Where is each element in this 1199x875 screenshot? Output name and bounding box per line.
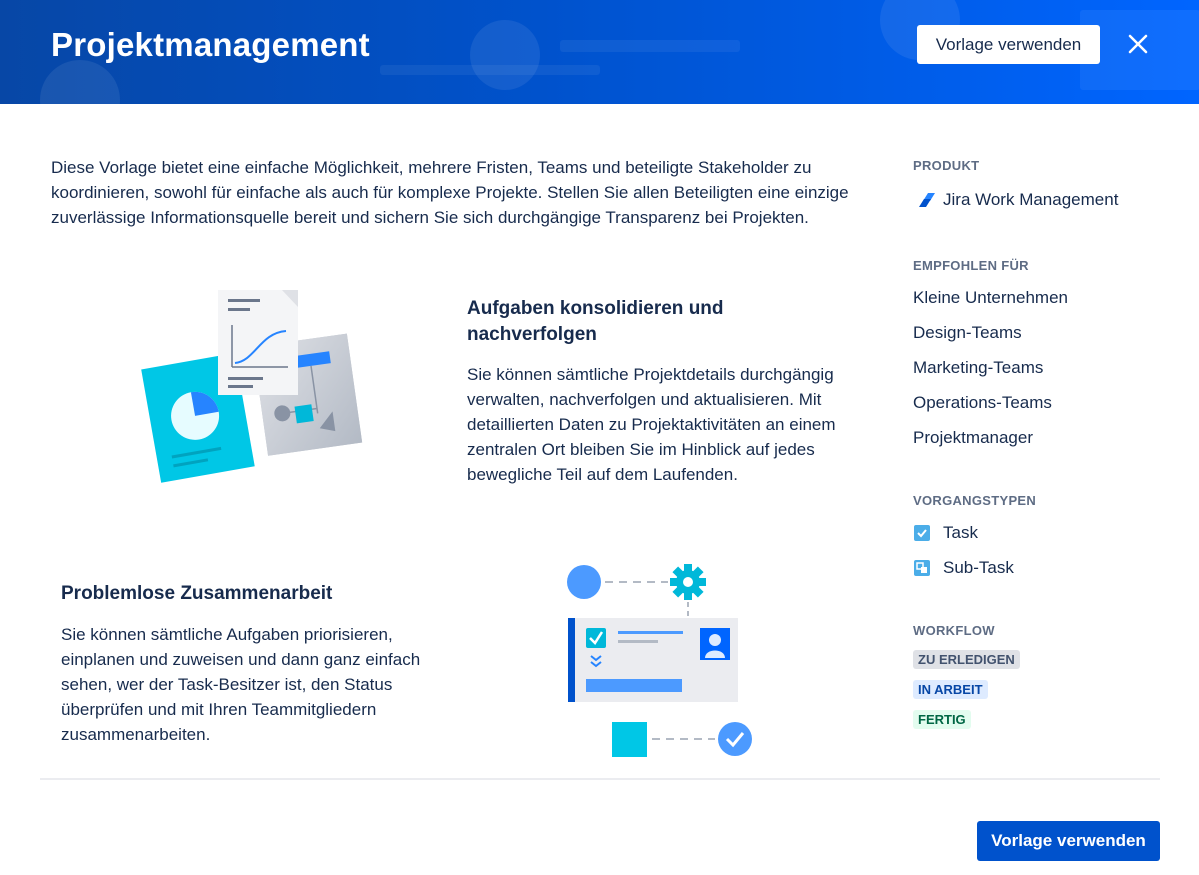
page-title: Projektmanagement	[51, 26, 370, 63]
issue-type-label: Task	[943, 523, 978, 542]
status-badge-done: FERTIG	[913, 710, 971, 729]
status-badge-in-progress: IN ARBEIT	[913, 680, 988, 699]
collaboration-illustration	[567, 564, 752, 757]
feature-description: Sie können sämtliche Aufgaben priorisier…	[61, 625, 421, 744]
feature-description: Sie können sämtliche Projektdetails durc…	[467, 365, 836, 484]
jira-logo-icon	[919, 193, 935, 207]
recommended-item: Projektmanager	[913, 428, 1034, 447]
issue-type-task: Task	[913, 523, 978, 543]
subtask-icon	[914, 560, 930, 576]
recommended-item: Kleine Unternehmen	[913, 288, 1068, 307]
modal-header: Projektmanagement Vorlage verwenden	[0, 0, 1199, 104]
recommended-item: Operations-Teams	[913, 393, 1052, 412]
header-decoration	[40, 60, 120, 104]
issue-type-subtask: Sub-Task	[913, 558, 1014, 578]
use-template-primary-button[interactable]: Vorlage verwenden	[977, 821, 1160, 861]
product-name-label: Jira Work Management	[943, 190, 1119, 209]
task-checkbox-icon	[914, 525, 930, 541]
template-description: Diese Vorlage bietet eine einfache Mögli…	[51, 158, 849, 227]
product-name: Jira Work Management	[918, 190, 1118, 210]
use-template-button[interactable]: Vorlage verwenden	[917, 25, 1100, 64]
header-decoration	[470, 20, 540, 90]
feature-title: Aufgaben konsolidieren und nachverfolgen	[467, 298, 724, 345]
feature-title: Problemlose Zusammenarbeit	[61, 583, 333, 604]
workflow-heading: WORKFLOW	[913, 623, 995, 638]
footer-divider	[40, 778, 1160, 780]
recommended-heading: EMPFOHLEN FÜR	[913, 258, 1029, 273]
issue-types-heading: VORGANGSTYPEN	[913, 493, 1037, 508]
issue-type-label: Sub-Task	[943, 558, 1014, 577]
documents-illustration	[141, 290, 363, 483]
recommended-item: Design-Teams	[913, 323, 1022, 342]
header-decoration	[560, 40, 740, 52]
status-badge-todo: ZU ERLEDIGEN	[913, 650, 1020, 669]
recommended-item: Marketing-Teams	[913, 358, 1044, 377]
header-decoration	[380, 65, 600, 75]
close-button[interactable]	[1122, 28, 1154, 60]
close-icon	[1128, 34, 1148, 54]
product-heading: PRODUKT	[913, 158, 980, 173]
